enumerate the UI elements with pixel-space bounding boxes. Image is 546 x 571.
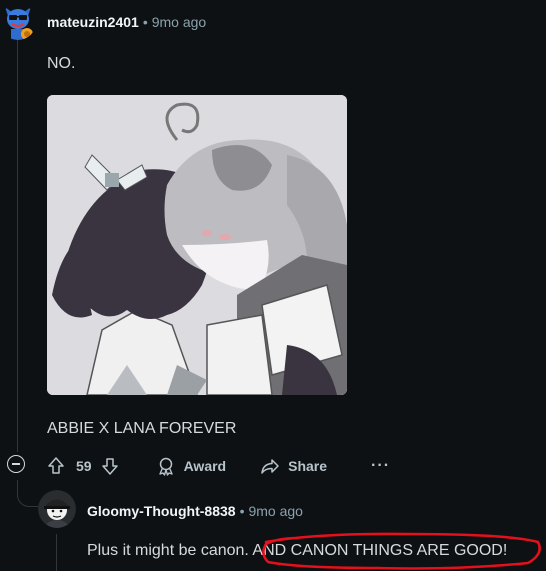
meta-separator: • xyxy=(142,14,148,30)
reply-username[interactable]: Gloomy-Thought-8838 xyxy=(87,503,236,519)
downvote-button[interactable] xyxy=(100,456,120,476)
arrow-down-icon xyxy=(101,458,118,475)
reply-thread-line[interactable] xyxy=(56,534,57,571)
reply-avatar[interactable] xyxy=(38,490,76,528)
share-button[interactable]: Share xyxy=(260,456,327,476)
reply-thread-connector xyxy=(17,480,38,507)
more-options-button[interactable]: ··· xyxy=(371,458,390,474)
comment-meta: mateuzin2401 • 9mo ago xyxy=(47,13,206,31)
comment-action-bar: 59 Award Share ··· xyxy=(46,454,390,478)
award-label: Award xyxy=(183,458,227,474)
share-label: Share xyxy=(288,458,328,474)
reply-timestamp[interactable]: 9mo ago xyxy=(248,503,302,519)
arrow-up-icon xyxy=(48,457,64,474)
username[interactable]: mateuzin2401 xyxy=(47,14,139,30)
timestamp[interactable]: 9mo ago xyxy=(152,14,206,30)
comment-thread: mateuzin2401 • 9mo ago NO. ABBIE X LANA … xyxy=(0,0,546,571)
comment-caption: ABBIE X LANA FOREVER xyxy=(47,420,237,437)
reply-body: Plus it might be canon. AND CANON THINGS… xyxy=(87,542,508,559)
award-button[interactable]: Award xyxy=(156,456,227,476)
reply-meta-separator: • xyxy=(239,503,245,519)
avatar[interactable] xyxy=(0,4,36,40)
thread-line[interactable] xyxy=(17,40,18,452)
minus-circle-icon xyxy=(12,463,20,465)
comment-image[interactable] xyxy=(47,95,347,395)
vote-count: 59 xyxy=(76,458,92,474)
reply-meta: Gloomy-Thought-8838 • 9mo ago xyxy=(87,502,303,520)
collapse-thread-button[interactable] xyxy=(7,455,25,473)
upvote-button[interactable] xyxy=(46,456,66,476)
share-icon xyxy=(261,459,279,474)
award-icon xyxy=(158,457,173,476)
comment-body: NO. xyxy=(47,55,76,72)
